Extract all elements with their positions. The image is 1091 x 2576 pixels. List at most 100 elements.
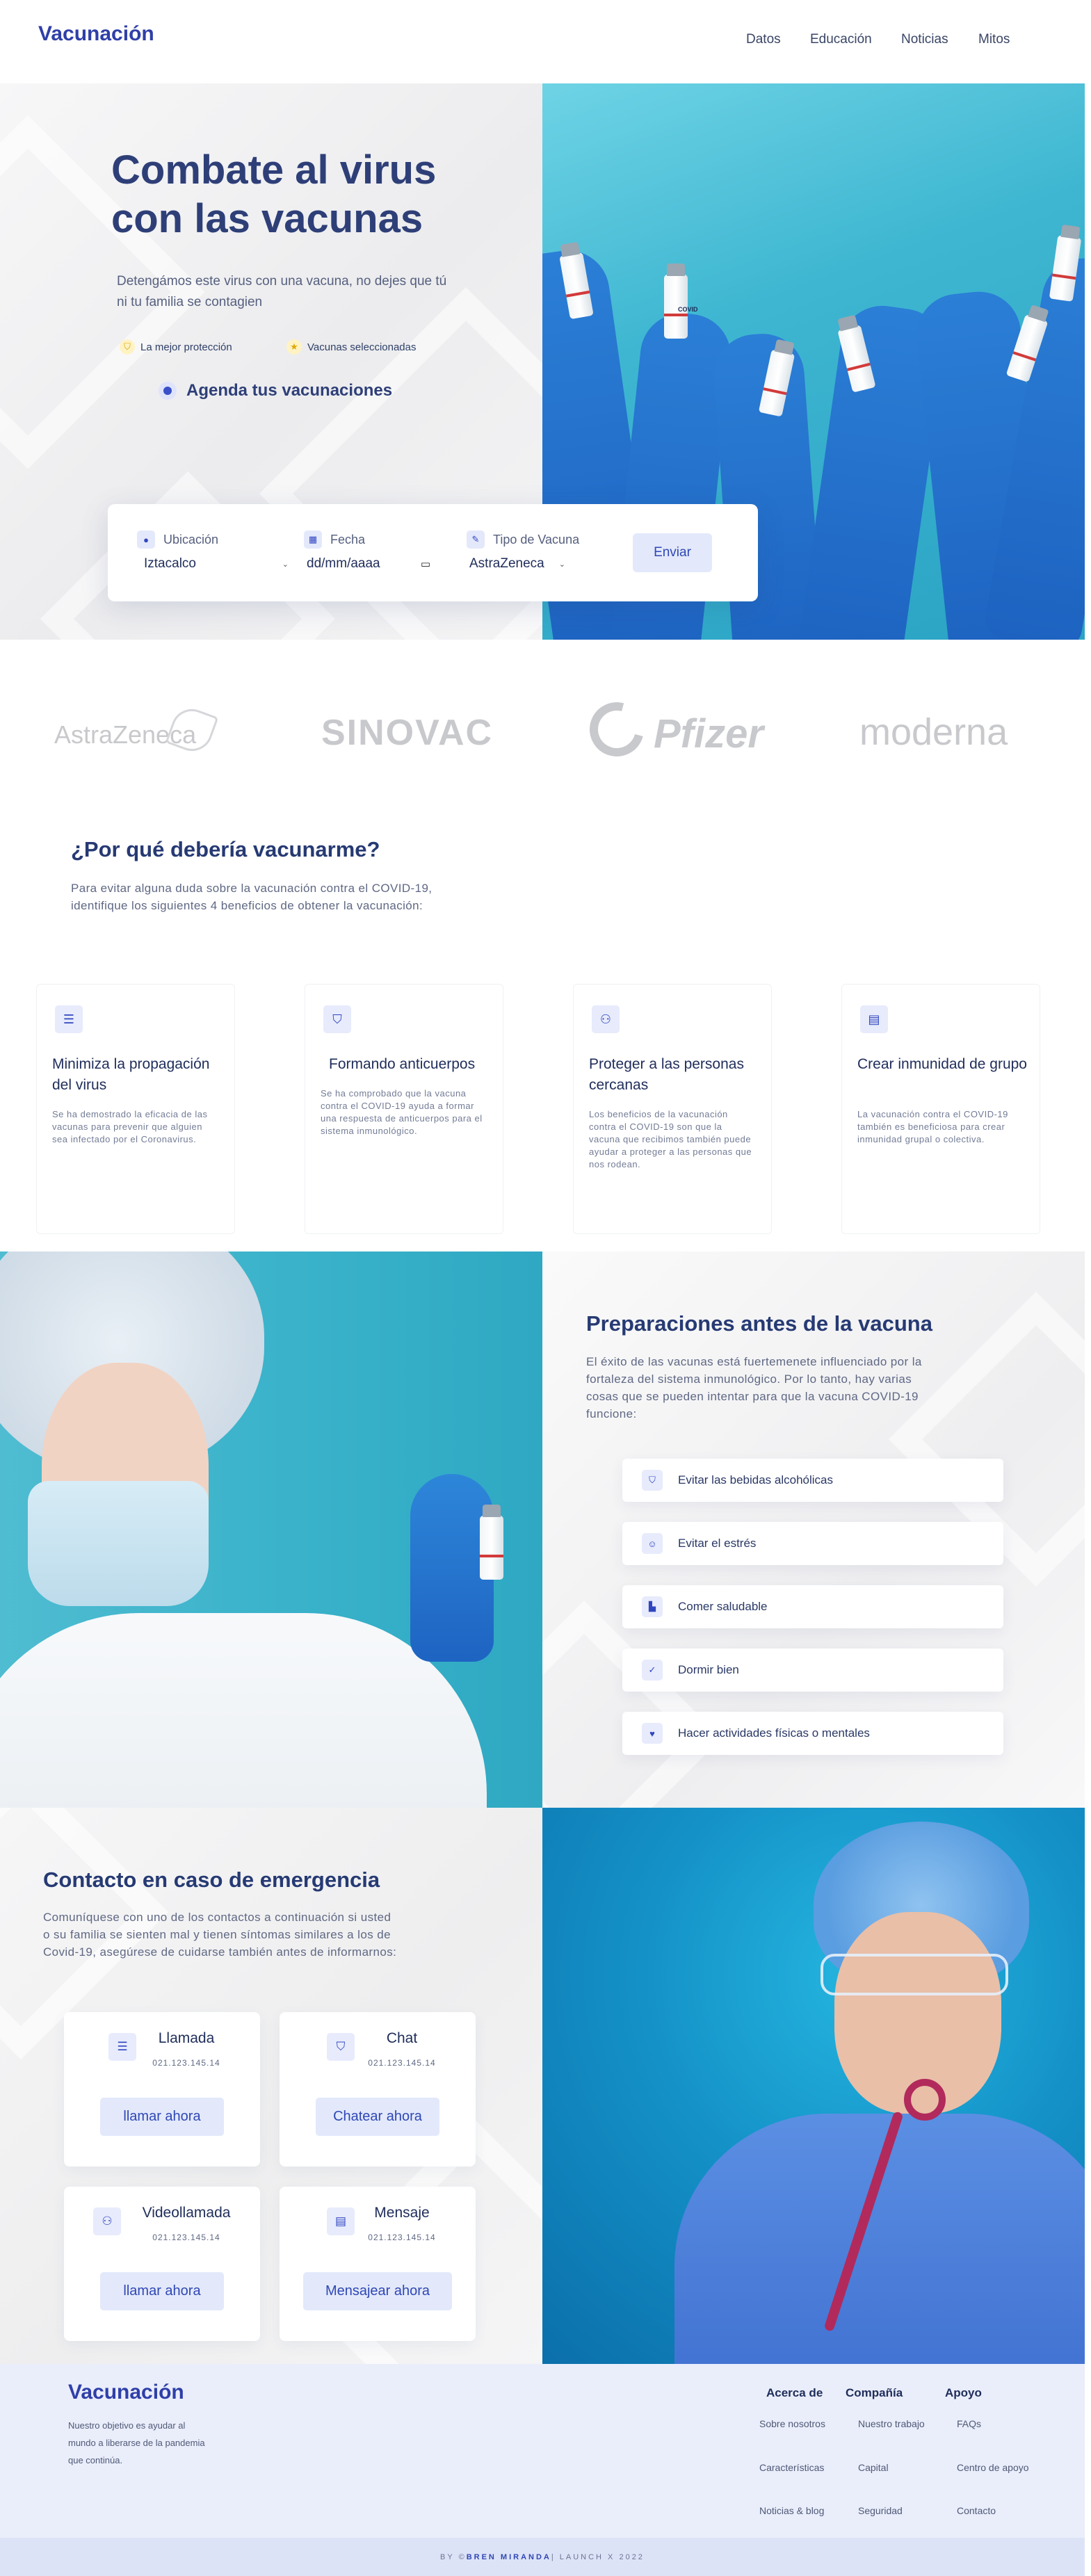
booking-form: ● Ubicación Iztacalco ⌄ ▦ Fecha dd/mm/aa… bbox=[108, 504, 758, 601]
location-select[interactable]: Iztacalco ⌄ bbox=[144, 556, 289, 572]
why-title: ¿Por qué debería vacunarme? bbox=[71, 837, 380, 861]
calendar-picker-icon[interactable]: ▭ bbox=[421, 558, 430, 570]
people-icon: ⚇ bbox=[592, 1005, 620, 1033]
hero-subtitle: Detengámos este virus con una vacuna, no… bbox=[117, 274, 447, 309]
badge-selected-vaccines: ★ Vacunas seleccionadas bbox=[286, 339, 417, 355]
schedule-vaccination-link[interactable]: Agenda tus vacunaciones bbox=[159, 381, 392, 400]
badge-best-protection: ⛉ La mejor protección bbox=[120, 339, 232, 355]
hero-title: Combate al virus con las vacunas bbox=[111, 147, 437, 241]
syringe-icon: ✎ bbox=[467, 530, 485, 549]
badge-label: Vacunas seleccionadas bbox=[307, 341, 417, 353]
contact-card-number: 021.123.145.14 bbox=[152, 2058, 220, 2068]
shield-icon: ⛉ bbox=[323, 1005, 351, 1033]
vaccine-vial bbox=[480, 1505, 503, 1580]
contact-card-title: Mensaje bbox=[374, 2205, 430, 2221]
prep-item: ⛉ Evitar las bebidas alcohólicas bbox=[622, 1459, 1003, 1502]
prep-item: ☺ Evitar el estrés bbox=[622, 1522, 1003, 1565]
nav-datos[interactable]: Datos bbox=[746, 32, 781, 47]
benefit-text: La vacunación contra el COVID-19 también… bbox=[857, 1109, 1008, 1144]
face-mask-shape bbox=[28, 1481, 209, 1606]
chevron-down-icon: ⌄ bbox=[558, 560, 565, 569]
star-icon: ★ bbox=[286, 339, 302, 355]
nav-mitos[interactable]: Mitos bbox=[978, 32, 1010, 47]
prep-item: ▙ Comer saludable bbox=[622, 1585, 1003, 1628]
contact-card-title: Llamada bbox=[158, 2030, 215, 2046]
people-icon: ⚇ bbox=[93, 2208, 121, 2235]
chart-icon: ▙ bbox=[642, 1596, 663, 1617]
benefit-text: Se ha comprobado que la vacuna contra el… bbox=[321, 1088, 483, 1136]
vaccine-type-label: ✎ Tipo de Vacuna bbox=[467, 530, 579, 549]
prep-item: ✓ Dormir bien bbox=[622, 1649, 1003, 1692]
benefit-card: ▤ Crear inmunidad de grupo La vacunación… bbox=[841, 984, 1040, 1234]
credit-prefix: BY © bbox=[440, 2552, 467, 2561]
footer-link[interactable]: Capital bbox=[858, 2462, 889, 2473]
nav-educacion[interactable]: Educación bbox=[810, 32, 872, 47]
benefit-card: ⛉ Formando anticuerpos Se ha comprobado … bbox=[305, 984, 503, 1234]
prep-text: El éxito de las vacunas está fuertemenet… bbox=[586, 1355, 922, 1420]
check-icon: ✓ bbox=[642, 1660, 663, 1680]
footer-link[interactable]: Noticias & blog bbox=[759, 2505, 824, 2516]
nav-noticias[interactable]: Noticias bbox=[901, 32, 948, 47]
safety-glasses-shape bbox=[821, 1954, 1008, 1995]
contact-card-number: 021.123.145.14 bbox=[368, 2233, 436, 2242]
benefit-title: Proteger a las personas cercanas bbox=[589, 1056, 744, 1093]
footer-link[interactable]: FAQs bbox=[957, 2418, 981, 2429]
contact-card-video: ⚇ Videollamada 021.123.145.14 llamar aho… bbox=[64, 2187, 260, 2341]
contact-text: Comuníquese con uno de los contactos a c… bbox=[43, 1911, 397, 1959]
why-text: Para evitar alguna duda sobre la vacunac… bbox=[71, 882, 433, 912]
shield-icon: ⛉ bbox=[642, 1470, 663, 1491]
date-input[interactable]: dd/mm/aaaa ▭ bbox=[307, 556, 430, 572]
chat-now-button[interactable]: Chatear ahora bbox=[316, 2098, 439, 2136]
footer-credit: BY © BREN MIRANDA | LAUNCH X 2022 bbox=[0, 2538, 1085, 2576]
footer-column-title: Acerca de bbox=[766, 2386, 823, 2399]
message-now-button[interactable]: Mensajear ahora bbox=[303, 2272, 452, 2310]
video-call-button[interactable]: llamar ahora bbox=[100, 2272, 224, 2310]
shield-icon: ⛉ bbox=[120, 339, 135, 355]
submit-button[interactable]: Enviar bbox=[633, 533, 712, 572]
site-logo[interactable]: Vacunación bbox=[38, 22, 154, 46]
benefit-text: Los beneficios de la vacunación contra e… bbox=[589, 1109, 752, 1169]
clock-icon bbox=[159, 382, 177, 400]
brand-pfizer: Pfizer bbox=[654, 711, 763, 756]
footer-link[interactable]: Características bbox=[759, 2462, 824, 2473]
contact-title: Contacto en caso de emergencia bbox=[43, 1868, 380, 1892]
location-pin-icon: ● bbox=[137, 530, 155, 549]
brand-moderna: moderna bbox=[859, 711, 1008, 753]
footer-link[interactable]: Contacto bbox=[957, 2505, 996, 2516]
benefit-text: Se ha demostrado la eficacia de las vacu… bbox=[52, 1109, 208, 1144]
footer-link[interactable]: Seguridad bbox=[858, 2505, 903, 2516]
badge-label: La mejor protección bbox=[140, 341, 232, 353]
contact-card-chat: ⛉ Chat 021.123.145.14 Chatear ahora bbox=[280, 2012, 476, 2166]
prep-image-doctor-with-vial bbox=[0, 1251, 542, 1808]
location-label: ● Ubicación bbox=[137, 530, 218, 549]
site-header: Vacunación Datos Educación Noticias Mito… bbox=[0, 0, 1091, 83]
vial-label: COVID bbox=[678, 306, 698, 313]
footer-column-title: Apoyo bbox=[945, 2386, 982, 2399]
credit-suffix: | LAUNCH X 2022 bbox=[551, 2552, 645, 2561]
footer-link[interactable]: Centro de apoyo bbox=[957, 2462, 1029, 2473]
schedule-label: Agenda tus vacunaciones bbox=[186, 381, 393, 400]
prep-title: Preparaciones antes de la vacuna bbox=[586, 1311, 932, 1336]
benefit-title: Formando anticuerpos bbox=[329, 1056, 476, 1072]
message-icon: ▤ bbox=[327, 2208, 355, 2235]
list-icon: ☰ bbox=[108, 2033, 136, 2061]
benefit-title: Crear inmunidad de grupo bbox=[857, 1056, 1027, 1072]
contact-card-title: Videollamada bbox=[142, 2205, 231, 2221]
message-icon: ▤ bbox=[860, 1005, 888, 1033]
face-icon: ☺ bbox=[642, 1533, 663, 1554]
contact-card-message: ▤ Mensaje 021.123.145.14 Mensajear ahora bbox=[280, 2187, 476, 2341]
benefit-card: ☰ Minimiza la propagación del virus Se h… bbox=[36, 984, 235, 1234]
footer-logo[interactable]: Vacunación bbox=[68, 2381, 184, 2404]
footer-link[interactable]: Nuestro trabajo bbox=[858, 2418, 925, 2429]
contact-card-call: ☰ Llamada 021.123.145.14 llamar ahora bbox=[64, 2012, 260, 2166]
credit-author-link[interactable]: BREN MIRANDA bbox=[467, 2553, 551, 2561]
footer-link[interactable]: Sobre nosotros bbox=[759, 2418, 825, 2429]
contact-card-number: 021.123.145.14 bbox=[368, 2058, 436, 2068]
contact-card-title: Chat bbox=[386, 2030, 418, 2046]
vaccine-type-select[interactable]: AstraZeneca ⌄ bbox=[469, 556, 565, 572]
contact-card-number: 021.123.145.14 bbox=[152, 2233, 220, 2242]
call-now-button[interactable]: llamar ahora bbox=[100, 2098, 224, 2136]
brand-sinovac: SINOVAC bbox=[321, 713, 494, 753]
benefit-title: Minimiza la propagación del virus bbox=[52, 1056, 210, 1093]
shield-icon: ⛉ bbox=[327, 2033, 355, 2061]
